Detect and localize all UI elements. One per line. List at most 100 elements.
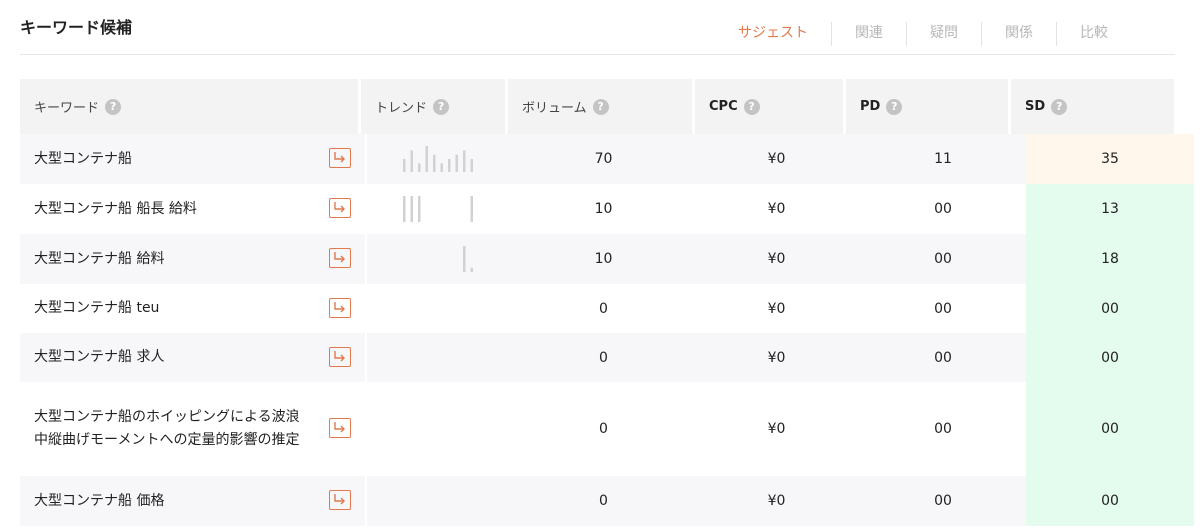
keyword-cell: 大型コンテナ船 船長 給料 bbox=[20, 184, 365, 234]
panel-title: キーワード候補 bbox=[20, 18, 133, 37]
table-body: 大型コンテナ船 70 ¥0 11 35 大型コンテナ船 船長 給料 10 ¥0 00 13 大型コン… bbox=[20, 134, 1194, 526]
help-icon[interactable]: ? bbox=[105, 98, 122, 115]
volume-cell: 0 bbox=[514, 333, 693, 382]
trend-cell bbox=[367, 333, 514, 382]
open-keyword-icon[interactable] bbox=[329, 297, 351, 318]
sd-cell: 00 bbox=[1026, 333, 1194, 382]
column-header-3: CPC? bbox=[695, 79, 843, 134]
keyword-text: 大型コンテナ船のホイッピングによる波浪中縦曲げモーメントへの定量的影響の推定 bbox=[34, 409, 300, 448]
trend-bar bbox=[463, 246, 466, 272]
cpc-cell: ¥0 bbox=[693, 134, 860, 184]
open-keyword-icon[interactable] bbox=[329, 346, 351, 367]
pd-cell: 00 bbox=[860, 333, 1026, 382]
sd-cell: 35 bbox=[1026, 134, 1194, 184]
column-header-2: ボリューム? bbox=[508, 79, 692, 134]
trend-cell bbox=[367, 284, 514, 333]
tab-3[interactable]: 関係 bbox=[981, 22, 1056, 46]
sd-cell: 18 bbox=[1026, 234, 1194, 284]
title-divider bbox=[20, 54, 1175, 55]
trend-cell bbox=[367, 382, 514, 476]
trend-cell bbox=[367, 234, 514, 284]
tab-1[interactable]: 関連 bbox=[831, 22, 906, 46]
tab-2[interactable]: 疑問 bbox=[906, 22, 981, 46]
cpc-cell: ¥0 bbox=[693, 382, 860, 476]
volume-cell: 0 bbox=[514, 382, 693, 476]
volume-cell: 0 bbox=[514, 476, 693, 526]
table-row: 大型コンテナ船 船長 給料 10 ¥0 00 13 bbox=[20, 184, 1194, 234]
table-row: 大型コンテナ船のホイッピングによる波浪中縦曲げモーメントへの定量的影響の推定 0 ¥… bbox=[20, 382, 1194, 476]
keyword-text: 大型コンテナ船 求人 bbox=[34, 349, 165, 365]
sd-cell: 00 bbox=[1026, 476, 1194, 526]
tab-0[interactable]: サジェスト bbox=[722, 22, 831, 46]
volume-cell: 10 bbox=[514, 234, 693, 284]
column-header-label: SD bbox=[1025, 99, 1046, 114]
open-keyword-icon[interactable] bbox=[329, 248, 351, 268]
cpc-cell: ¥0 bbox=[693, 476, 860, 526]
pd-cell: 00 bbox=[860, 234, 1026, 284]
open-keyword-icon[interactable] bbox=[329, 148, 351, 168]
keyword-cell: 大型コンテナ船 bbox=[20, 134, 365, 184]
trend-bar bbox=[403, 159, 406, 172]
column-header-4: PD? bbox=[846, 79, 1008, 134]
table-row: 大型コンテナ船 70 ¥0 11 35 bbox=[20, 134, 1194, 184]
keyword-cell: 大型コンテナ船 求人 bbox=[20, 333, 365, 382]
sd-cell: 13 bbox=[1026, 184, 1194, 234]
keyword-cell: 大型コンテナ船 価格 bbox=[20, 476, 365, 526]
keyword-cell: 大型コンテナ船 給料 bbox=[20, 234, 365, 284]
open-keyword-icon[interactable] bbox=[329, 198, 351, 218]
column-header-0: キーワード? bbox=[20, 79, 358, 134]
table-row: 大型コンテナ船 価格 0 ¥0 00 00 bbox=[20, 476, 1194, 526]
pd-cell: 00 bbox=[860, 184, 1026, 234]
open-keyword-icon[interactable] bbox=[329, 490, 351, 510]
trend-bar bbox=[463, 150, 466, 172]
trend-bar bbox=[418, 163, 421, 172]
cpc-cell: ¥0 bbox=[693, 184, 860, 234]
trend-bar bbox=[440, 163, 443, 172]
trend-bar bbox=[470, 267, 473, 272]
open-keyword-icon[interactable] bbox=[329, 418, 351, 438]
help-icon[interactable]: ? bbox=[433, 98, 450, 115]
column-header-label: トレンド bbox=[375, 101, 428, 116]
column-header-label: CPC bbox=[709, 99, 738, 114]
table-row: 大型コンテナ船 求人 0 ¥0 00 00 bbox=[20, 333, 1194, 382]
help-icon[interactable]: ? bbox=[743, 98, 760, 115]
table-header: キーワード? トレンド? ボリューム? CPC? PD? SD? bbox=[20, 79, 1194, 134]
keyword-text: 大型コンテナ船 価格 bbox=[34, 492, 165, 509]
keyword-text: 大型コンテナ船 bbox=[34, 150, 132, 167]
trend-sparkline bbox=[463, 246, 473, 272]
help-icon[interactable]: ? bbox=[1051, 98, 1068, 115]
cpc-cell: ¥0 bbox=[693, 284, 860, 333]
trend-sparkline bbox=[403, 196, 473, 222]
trend-bar bbox=[425, 146, 428, 172]
table-row: 大型コンテナ船 給料 10 ¥0 00 18 bbox=[20, 234, 1194, 284]
cpc-cell: ¥0 bbox=[693, 234, 860, 284]
help-icon[interactable]: ? bbox=[592, 98, 609, 115]
trend-cell bbox=[367, 184, 514, 234]
pd-cell: 00 bbox=[860, 476, 1026, 526]
trend-bar bbox=[418, 196, 421, 222]
pd-cell: 00 bbox=[860, 382, 1026, 476]
column-header-1: トレンド? bbox=[361, 79, 505, 134]
trend-sparkline bbox=[403, 146, 473, 172]
help-icon[interactable]: ? bbox=[886, 98, 903, 115]
column-header-5: SD? bbox=[1011, 79, 1174, 134]
sd-cell: 00 bbox=[1026, 382, 1194, 476]
volume-cell: 10 bbox=[514, 184, 693, 234]
tab-bar: サジェスト 関連 疑問 関係 比較 bbox=[722, 22, 1131, 46]
pd-cell: 00 bbox=[860, 284, 1026, 333]
trend-bar bbox=[470, 159, 473, 172]
pd-cell: 11 bbox=[860, 134, 1026, 184]
volume-cell: 0 bbox=[514, 284, 693, 333]
trend-bar bbox=[410, 196, 413, 222]
trend-bar bbox=[470, 196, 473, 222]
trend-bar bbox=[433, 154, 436, 172]
keyword-table: キーワード? トレンド? ボリューム? CPC? PD? SD? 大型コンテナ船 70 ¥0 1… bbox=[20, 79, 1194, 526]
trend-bar bbox=[410, 150, 413, 172]
trend-cell bbox=[367, 476, 514, 526]
tab-4[interactable]: 比較 bbox=[1056, 22, 1131, 46]
keyword-cell: 大型コンテナ船 teu bbox=[20, 284, 365, 333]
volume-cell: 70 bbox=[514, 134, 693, 184]
sd-cell: 00 bbox=[1026, 284, 1194, 333]
table-row: 大型コンテナ船 teu 0 ¥0 00 00 bbox=[20, 284, 1194, 333]
trend-bar bbox=[455, 154, 458, 172]
